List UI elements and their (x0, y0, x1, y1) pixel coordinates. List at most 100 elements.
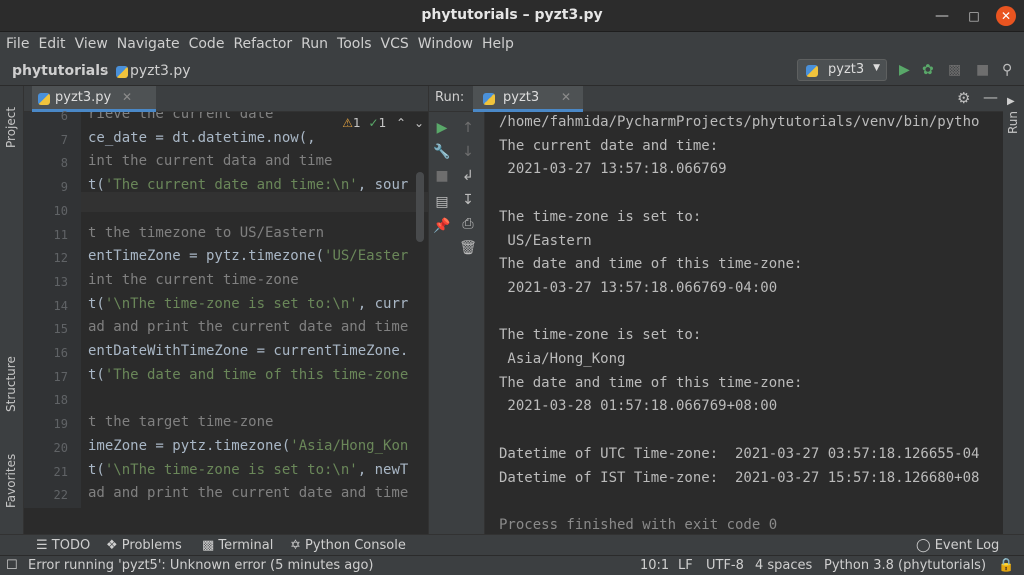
indent-setting[interactable]: 4 spaces (755, 558, 812, 573)
terminal-tab[interactable]: ▩ Terminal (202, 538, 273, 553)
favorites-tool-button[interactable]: Favorites (4, 454, 18, 508)
line-number: 11 (53, 227, 68, 242)
menu-run[interactable]: Run (301, 36, 328, 52)
chevron-up-icon[interactable]: ⌃ (396, 116, 406, 130)
code-line: ad and print the current date and time (88, 485, 409, 502)
menu-vcs[interactable]: VCS (381, 36, 409, 52)
code-line: ad and print the current date and time (88, 319, 409, 336)
console-line: The current date and time: (499, 137, 719, 154)
code-line: entDateWithTimeZone = currentTimeZone. (88, 343, 409, 359)
menu-code[interactable]: Code (189, 36, 225, 52)
tool-window-bar: ☰ TODO ❖ Problems ▩ Terminal ✡ Python Co… (0, 534, 1024, 555)
maximize-icon[interactable]: □ (964, 6, 984, 26)
coverage-icon[interactable]: ▩ (948, 62, 961, 78)
run-panel: Run: pyzt3 ✕ ⚙ — ▶ 🔧 ■ ▤ 📌 ↑ ↓ ↲ ↧ ⎙ 🗑 /… (428, 86, 1004, 534)
line-number: 6 (60, 109, 68, 123)
code-line: t the target time-zone (88, 414, 274, 431)
stop-icon[interactable]: ■ (429, 168, 455, 184)
line-number: 13 (53, 274, 68, 289)
arrow-down-icon[interactable]: ↓ (455, 144, 481, 160)
search-icon[interactable]: ⚲ (1002, 62, 1012, 78)
scrollbar-thumb[interactable] (416, 172, 424, 242)
window-title: phytutorials – pyzt3.py (421, 7, 603, 23)
trash-icon[interactable]: 🗑 (455, 240, 481, 256)
title-bar: phytutorials – pyzt3.py — □ ✕ (0, 0, 1024, 32)
hide-panel-icon[interactable]: — (983, 88, 998, 106)
console-line: The date and time of this time-zone: (499, 374, 803, 391)
editor-vertical-scrollbar[interactable] (416, 112, 424, 508)
run-tab-pyzt3[interactable]: pyzt3 ✕ (473, 86, 583, 112)
python-interpreter[interactable]: Python 3.8 (phytutorials) (824, 558, 986, 573)
editor-tab-bar: pyzt3.py ✕ (24, 86, 428, 112)
run-icon[interactable]: ▶ (899, 62, 910, 78)
menu-navigate[interactable]: Navigate (117, 36, 180, 52)
run-configuration-select[interactable]: pyzt3 ▼ (797, 59, 887, 81)
line-number: 12 (53, 251, 68, 266)
menu-window[interactable]: Window (418, 36, 473, 52)
run-tool-button[interactable]: Run (1006, 111, 1020, 134)
python-file-icon (38, 93, 50, 105)
breadcrumb-project[interactable]: phytutorials (12, 63, 108, 79)
lock-icon[interactable]: 🔒 (998, 558, 1014, 573)
arrow-up-icon[interactable]: ↑ (455, 120, 481, 136)
menu-help[interactable]: Help (482, 36, 514, 52)
python-console-tab[interactable]: ✡ Python Console (290, 538, 406, 553)
stop-icon[interactable]: ■ (976, 62, 989, 78)
breadcrumb-file[interactable]: pyzt3.py (130, 63, 191, 79)
menu-refactor[interactable]: Refactor (233, 36, 292, 52)
line-number: 7 (60, 132, 68, 147)
layout-icon[interactable]: ▤ (429, 194, 455, 210)
caret-position[interactable]: 10:1 (640, 558, 669, 573)
menu-file[interactable]: File (6, 36, 29, 52)
inspection-widget[interactable]: ⚠1 ✓1 ⌃ ⌄ (342, 116, 424, 130)
console-line: Asia/Hong_Kong (499, 351, 626, 367)
file-encoding[interactable]: UTF-8 (706, 558, 744, 573)
gear-icon[interactable]: ⚙ (957, 89, 970, 107)
line-number: 19 (53, 417, 68, 432)
code-line: int the current time-zone (88, 271, 299, 288)
event-log-tab[interactable]: ◯ Event Log (916, 538, 999, 553)
console-output[interactable]: /home/fahmida/PycharmProjects/phytutoria… (499, 114, 1004, 534)
python-icon: ✡ (290, 538, 306, 553)
problems-tab[interactable]: ❖ Problems (106, 538, 182, 553)
line-number: 15 (53, 322, 68, 337)
structure-tool-button[interactable]: Structure (4, 356, 18, 412)
line-number: 20 (53, 440, 68, 455)
run-toolbar: ▶ 🔧 ■ ▤ 📌 (429, 112, 455, 534)
console-line: Datetime of IST Time-zone: 2021-03-27 15… (499, 469, 980, 486)
code-line: t('\nThe time-zone is set to:\n', curr (88, 295, 409, 312)
info-icon: ❖ (106, 538, 122, 553)
code-line: entTimeZone = pytz.timezone('US/Easter (88, 248, 409, 265)
run-configuration-label: pyzt3 (828, 62, 865, 77)
console-line: The date and time of this time-zone: (499, 256, 803, 273)
python-icon (483, 93, 495, 105)
wrench-icon[interactable]: 🔧 (429, 144, 455, 160)
close-tab-icon[interactable]: ✕ (122, 90, 132, 104)
line-number: 10 (53, 203, 68, 218)
print-icon[interactable]: ⎙ (455, 216, 481, 232)
status-checkbox-icon[interactable]: ☐ (6, 558, 18, 573)
status-message[interactable]: Error running 'pyzt5': Unknown error (5 … (28, 558, 373, 573)
run-panel-header: Run: pyzt3 ✕ ⚙ — (429, 86, 1004, 112)
line-number: 9 (60, 180, 68, 195)
project-tool-button[interactable]: Project (4, 107, 18, 148)
close-tab-icon[interactable]: ✕ (561, 90, 571, 104)
code-line: rieve the current date (88, 112, 274, 122)
line-separator[interactable]: LF (678, 558, 693, 573)
menu-tools[interactable]: Tools (337, 36, 372, 52)
debug-icon[interactable]: ✿ (922, 62, 934, 78)
scroll-to-end-icon[interactable]: ↧ (455, 192, 481, 208)
python-console-label: Python Console (305, 538, 406, 553)
rerun-icon[interactable]: ▶ (429, 120, 455, 136)
minimize-icon[interactable]: — (932, 6, 952, 26)
close-icon[interactable]: ✕ (996, 6, 1016, 26)
weak-warning-icon: ✓ (368, 116, 379, 130)
menu-edit[interactable]: Edit (38, 36, 65, 52)
code-line: ce_date = dt.datetime.now(, (88, 129, 316, 146)
todo-tab[interactable]: ☰ TODO (36, 538, 90, 553)
menu-view[interactable]: View (75, 36, 108, 52)
soft-wrap-icon[interactable]: ↲ (455, 168, 481, 184)
pin-icon[interactable]: 📌 (429, 218, 455, 234)
code-editor[interactable]: rieve the current date ce_date = dt.datet… (88, 112, 428, 508)
event-log-label: Event Log (934, 538, 1000, 553)
